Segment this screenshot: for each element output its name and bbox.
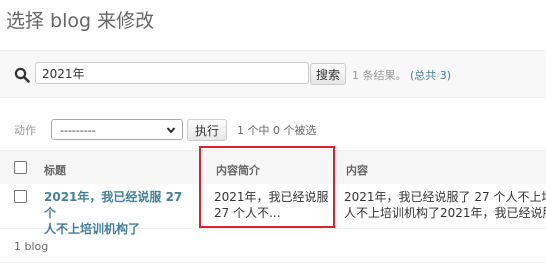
row-content-line-1: 2021年，我已经说服了 27 个人不上培训	[344, 190, 546, 204]
search-button[interactable]: 搜索	[310, 63, 346, 85]
row-select-checkbox[interactable]	[14, 190, 27, 203]
result-count: 1 blog	[14, 240, 49, 253]
row-summary-line-2: 27 个人不...	[214, 206, 281, 220]
row-title-line-2: 人不上培训机构了	[44, 222, 141, 236]
table-row: 2021年，我已经说服 27 个 人不上培训机构了 2021年，我已经说服 27…	[0, 184, 546, 236]
column-header-summary[interactable]: 内容简介	[216, 162, 260, 178]
actions-label: 动作	[14, 124, 36, 137]
search-icon	[14, 67, 30, 83]
show-all-link[interactable]: (总共 3)	[410, 69, 451, 82]
search-toolbar: 搜索 1 条结果。 (总共 3)	[0, 50, 546, 98]
search-result-summary: 1 条结果。 (总共 3)	[352, 67, 451, 83]
run-action-button[interactable]: 执行	[187, 119, 227, 141]
row-summary-line-1: 2021年，我已经说服	[214, 190, 329, 204]
row-summary: 2021年，我已经说服 27 个人不...	[214, 189, 332, 221]
search-input[interactable]	[35, 62, 309, 84]
footer-divider	[0, 262, 546, 263]
search-result-text: 1 条结果。	[352, 69, 407, 82]
selection-counter: 1 个中 0 个被选	[237, 124, 317, 137]
column-header-title[interactable]: 标题	[44, 162, 66, 178]
table-header: 标题 内容简介 内容	[0, 150, 546, 186]
actions-bar: 动作 --------- 执行 1 个中 0 个被选	[0, 116, 546, 142]
page-title: 选择 blog 来修改	[6, 10, 155, 32]
row-title-line-1: 2021年，我已经说服 27 个	[44, 190, 183, 220]
action-select[interactable]: ---------	[51, 119, 183, 140]
column-header-content[interactable]: 内容	[346, 162, 368, 178]
row-content: 2021年，我已经说服了 27 个人不上培训 人不上培训机构了2021年，我已经…	[344, 189, 546, 221]
chevron-down-icon	[166, 127, 176, 134]
action-select-value: ---------	[60, 124, 96, 137]
admin-changelist-page: 选择 blog 来修改 搜索 1 条结果。 (总共 3) 动作 --------…	[0, 0, 546, 269]
row-title-link[interactable]: 2021年，我已经说服 27 个 人不上培训机构了	[44, 189, 196, 237]
select-all-checkbox[interactable]	[14, 161, 27, 174]
row-content-line-2: 人不上培训机构了2021年，我已经说服	[344, 206, 546, 220]
